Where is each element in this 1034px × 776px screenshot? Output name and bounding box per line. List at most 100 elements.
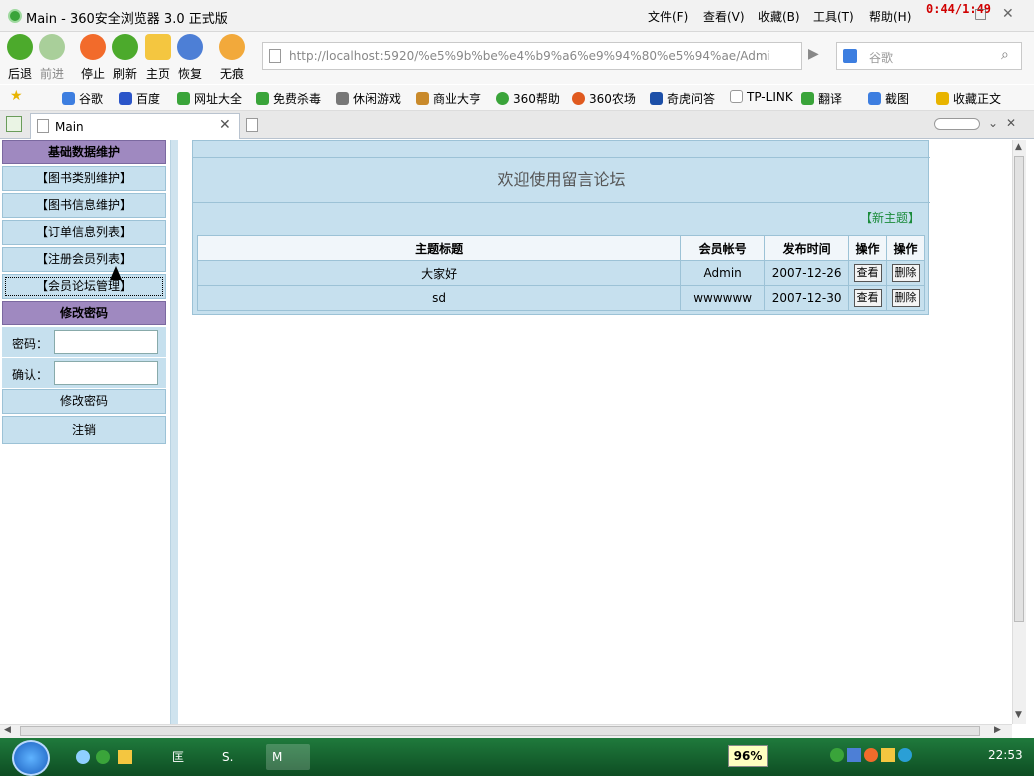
bookmark-baidu[interactable]: 百度 [119,90,160,107]
bookmark-qihoo-qa[interactable]: 奇虎问答 [650,90,715,107]
scroll-up-icon[interactable]: ▲ [1015,142,1022,152]
save-favorite-button[interactable]: 收藏正文 [936,90,1001,107]
go-arrow-icon[interactable]: ▶ [808,46,819,62]
topic-title[interactable]: sd [196,285,682,311]
menu-file[interactable]: 文件(F) [648,8,688,25]
google-icon [843,49,857,63]
undo-icon [177,34,203,60]
task-button-browser[interactable]: M [266,744,310,770]
favorite-icon [936,92,949,105]
scrollbar-thumb[interactable] [1014,156,1024,622]
tab-search-box[interactable] [934,118,980,130]
search-input[interactable]: 谷歌 [869,49,893,66]
chevron-down-icon[interactable]: ⌄ [988,116,998,130]
baidu-icon [119,92,132,105]
clock: 22:53 [988,748,1023,762]
view-button[interactable]: 查看 [853,264,882,282]
sidebar-toggle-icon[interactable] [6,116,22,132]
tab-label: Main [55,120,84,134]
menu-tools[interactable]: 工具(T) [813,8,854,25]
refresh-button[interactable]: 刷新 [107,34,143,82]
search-box[interactable]: 谷歌 ⌕ [836,42,1022,70]
delete-button[interactable]: 删除 [891,289,920,307]
quicklaunch-folder-icon[interactable] [118,750,132,764]
scroll-down-icon[interactable]: ▼ [1015,710,1022,720]
new-topic-link[interactable]: 【新主题】 [860,209,920,226]
nav-item-forum-admin[interactable]: 【会员论坛管理】 [2,274,166,299]
view-cell: 查看 [848,285,887,311]
nav-section-basic-data: 基础数据维护 [2,140,166,164]
page-icon [730,90,743,103]
task-button-2[interactable]: S. [216,744,239,770]
nav-item-member-list[interactable]: 【注册会员列表】 [2,247,166,272]
logout-button[interactable]: 注销 [2,416,166,444]
tray-volume-icon[interactable] [898,748,912,762]
tray-qq-icon[interactable] [864,748,878,762]
bookmark-games[interactable]: 休闲游戏 [336,90,401,107]
nav-item-book-categories[interactable]: 【图书类别维护】 [2,166,166,191]
tray-app-icon[interactable] [881,748,895,762]
home-button[interactable]: 主页 [140,34,176,82]
col-header-action-delete: 操作 [886,235,925,261]
topic-title[interactable]: 大家好 [196,260,682,286]
page-icon [269,49,281,63]
bookmark-site-directory[interactable]: 网址大全 [177,90,242,107]
scroll-left-icon[interactable]: ◀ [4,725,11,735]
address-bar[interactable]: http://localhost:5920/%e5%9b%be%e4%b9%a6… [262,42,802,70]
bookmark-tycoon[interactable]: 商业大亨 [416,90,481,107]
forum-panel: 欢迎使用留言论坛 【新主题】 主题标题 会员帐号 发布时间 操作 操作 大家好 … [192,140,930,315]
nav-item-book-info[interactable]: 【图书信息维护】 [2,193,166,218]
browser-logo-icon [8,9,22,23]
new-tab-icon[interactable] [246,118,258,132]
screenshot-button[interactable]: 截图 [868,90,909,107]
favorites-star-icon[interactable]: ★ [10,88,23,104]
tray-360-icon[interactable] [830,748,844,762]
view-button[interactable]: 查看 [853,289,882,307]
stop-button[interactable]: 停止 [75,34,111,82]
tray-network-icon[interactable] [847,748,861,762]
delete-button[interactable]: 删除 [891,264,920,282]
close-icon[interactable]: ✕ [1002,6,1014,22]
confirm-label: 确认： [12,368,49,382]
nav-item-order-list[interactable]: 【订单信息列表】 [2,220,166,245]
bookmark-google[interactable]: 谷歌 [62,90,103,107]
col-header-title: 主题标题 [196,235,682,261]
forward-button[interactable]: 前进 [34,34,70,82]
confirm-input[interactable] [54,361,158,385]
bookmark-tp-link[interactable]: TP-LINK [730,90,793,104]
bookmark-antivirus[interactable]: 免费杀毒 [256,90,321,107]
change-password-button[interactable]: 修改密码 [2,389,166,414]
bookmark-360-farm[interactable]: 360农场 [572,90,636,107]
menu-favorites[interactable]: 收藏(B) [758,8,800,25]
quicklaunch-ie-icon[interactable] [76,750,90,764]
bookmark-360-help[interactable]: 360帮助 [496,90,560,107]
scroll-right-icon[interactable]: ▶ [994,725,1001,735]
translate-button[interactable]: 翻译 [801,90,842,107]
tab-main[interactable]: Main ✕ [30,113,240,139]
menu-view[interactable]: 查看(V) [703,8,745,25]
frame-divider[interactable] [170,140,178,724]
table-header-row: 主题标题 会员帐号 发布时间 操作 操作 [196,235,925,261]
delete-cell: 删除 [886,260,925,286]
menu-help[interactable]: 帮助(H) [869,8,911,25]
quicklaunch-360-icon[interactable] [96,750,110,764]
restore-button[interactable]: 恢复 [172,34,208,82]
antivirus-icon [256,92,269,105]
maximize-icon[interactable]: □ [974,6,987,22]
horizontal-scrollbar[interactable]: ◀ ▶ [0,724,1012,738]
translate-icon [801,92,814,105]
password-input[interactable] [54,330,158,354]
close-tab-icon[interactable]: ✕ [219,117,231,133]
home-icon [145,34,171,60]
password-label: 密码： [12,337,49,351]
start-button[interactable] [12,740,50,776]
back-button[interactable]: 后退 [2,34,38,82]
close-icon[interactable]: ✕ [1006,116,1016,130]
vertical-scrollbar[interactable]: ▲ ▼ [1012,140,1026,724]
search-icon[interactable]: ⌕ [1001,47,1009,63]
scrollbar-thumb[interactable] [20,726,980,736]
zoom-level[interactable]: 96% [728,745,768,767]
task-button-1[interactable]: 匡 [166,744,190,770]
incognito-button[interactable]: 无痕 [214,34,250,82]
gamepad-icon [336,92,349,105]
